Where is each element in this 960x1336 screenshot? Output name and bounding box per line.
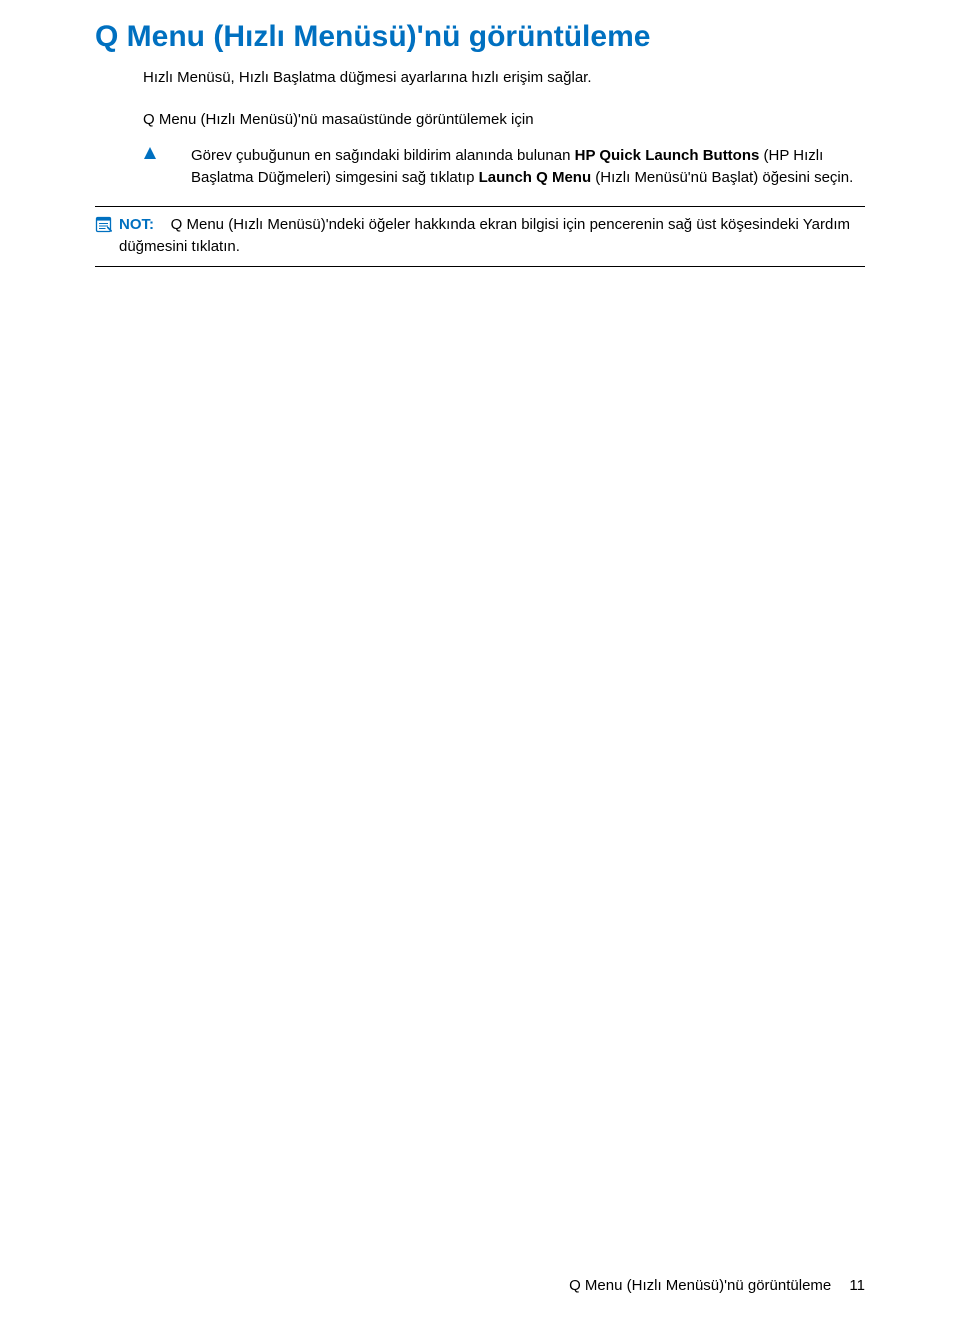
step-pre: Görev çubuğunun en sağındaki bildirim al…	[191, 147, 575, 164]
page-title: Q Menu (Hızlı Menüsü)'nü görüntüleme	[95, 20, 865, 54]
step-bold-1: HP Quick Launch Buttons	[575, 147, 760, 164]
note-text: Q Menu (Hızlı Menüsü)'ndeki öğeler hakkı…	[119, 216, 850, 256]
triangle-up-icon	[143, 145, 191, 160]
note-divider-bottom	[95, 266, 865, 267]
footer-page-number: 11	[849, 1277, 865, 1294]
step-post: (Hızlı Menüsü'nü Başlat) öğesini seçin.	[591, 169, 853, 186]
step-text: Görev çubuğunun en sağındaki bildirim al…	[191, 145, 865, 190]
subtitle-text: Hızlı Menüsü, Hızlı Başlatma düğmesi aya…	[143, 68, 865, 88]
note-label: NOT:	[119, 216, 154, 233]
step-bold-2: Launch Q Menu	[479, 169, 592, 186]
note-divider-top	[95, 206, 865, 207]
note-icon	[95, 214, 119, 233]
note-block: NOT: Q Menu (Hızlı Menüsü)'ndeki öğeler …	[95, 206, 865, 267]
intro-para: Q Menu (Hızlı Menüsü)'nü masaüstünde gör…	[143, 110, 865, 130]
note-body: NOT: Q Menu (Hızlı Menüsü)'ndeki öğeler …	[119, 214, 865, 259]
page-footer: Q Menu (Hızlı Menüsü)'nü görüntüleme 11	[569, 1277, 865, 1294]
step-item: Görev çubuğunun en sağındaki bildirim al…	[143, 145, 865, 190]
footer-title: Q Menu (Hızlı Menüsü)'nü görüntüleme	[569, 1277, 831, 1294]
